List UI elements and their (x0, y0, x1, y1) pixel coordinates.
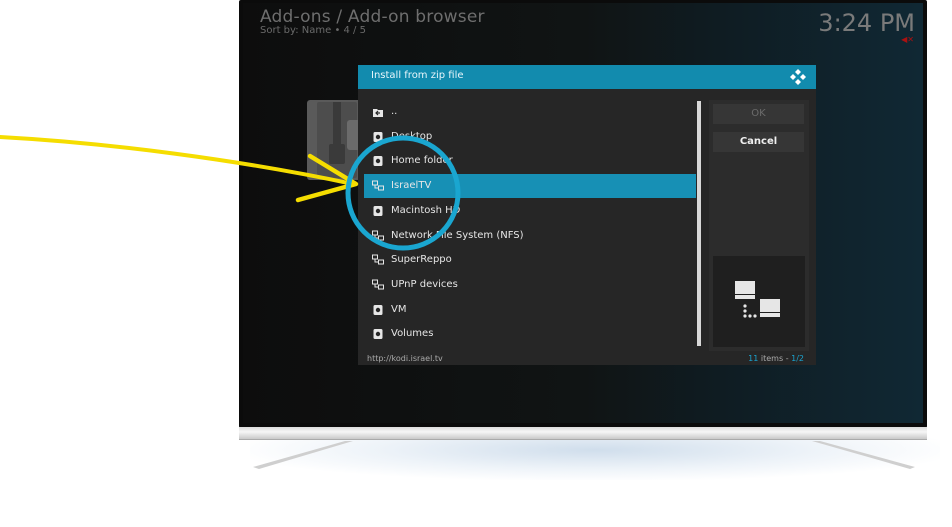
network-share-icon (372, 230, 384, 242)
current-path: http://kodi.israel.tv (367, 354, 443, 363)
list-item-label: UPnP devices (391, 278, 458, 290)
clock: 3:24 PM (818, 9, 915, 37)
sort-info: Sort by: Name • 4 / 5 (260, 25, 366, 36)
list-item[interactable]: Macintosh HD (364, 199, 696, 223)
item-count: 11 items - 1/2 (748, 354, 804, 363)
side-panel: OK Cancel (709, 100, 809, 351)
list-item-label: Home folder (391, 155, 453, 167)
list-item-label: Network File System (NFS) (391, 229, 524, 241)
network-share-icon (372, 180, 384, 192)
list-item[interactable]: Volumes (364, 322, 696, 346)
list-item-label: .. (391, 106, 398, 117)
list-item[interactable]: Desktop (364, 125, 696, 149)
network-share-icon (372, 254, 384, 266)
drive-icon (372, 328, 384, 340)
dialog-title: Install from zip file (371, 70, 464, 81)
list-item-label: Macintosh HD (391, 204, 461, 216)
list-item-label: SuperReppo (391, 254, 452, 266)
list-item[interactable]: IsraelTV (364, 174, 696, 199)
tv-screen: Add-ons / Add-on browser Sort by: Name •… (243, 3, 923, 423)
list-item-label: Volumes (391, 328, 434, 340)
drive-icon (372, 131, 384, 143)
item-count-number: 11 (748, 354, 759, 363)
dialog-header: Install from zip file (358, 65, 816, 89)
scrollbar[interactable] (697, 101, 701, 346)
page-title: Add-ons / Add-on browser (260, 7, 485, 27)
network-icon (713, 256, 805, 347)
list-item-label: IsraelTV (391, 180, 432, 192)
install-from-zip-dialog: Install from zip file .. Desktop Home fold… (358, 65, 816, 365)
power-icon[interactable]: ◀✕ (901, 35, 914, 44)
tv-stand-right (812, 441, 915, 469)
ok-button[interactable]: OK (713, 104, 804, 124)
list-item-label: Desktop (391, 130, 433, 142)
list-item[interactable]: VM (364, 298, 696, 322)
file-list: .. Desktop Home folder IsraelTV Macintosh HD… (364, 100, 696, 352)
page-indicator: 1/2 (791, 354, 804, 363)
list-item[interactable]: SuperReppo (364, 248, 696, 272)
drive-icon (372, 205, 384, 217)
cancel-button[interactable]: Cancel (713, 132, 804, 152)
list-item[interactable]: .. (364, 100, 696, 124)
list-item[interactable]: Home folder (364, 149, 696, 173)
kodi-logo-icon (790, 69, 806, 85)
drive-icon (372, 155, 384, 167)
folder-up-icon (372, 106, 384, 118)
tv-stand-left (253, 441, 353, 469)
drive-icon (372, 304, 384, 316)
item-count-suffix: items - (758, 354, 792, 363)
scrollbar-thumb[interactable] (697, 101, 701, 346)
list-item[interactable]: Network File System (NFS) (364, 224, 696, 248)
tv-bottom-bar (239, 427, 927, 440)
network-share-icon (372, 279, 384, 291)
list-item-label: VM (391, 303, 407, 315)
list-item[interactable]: UPnP devices (364, 273, 696, 297)
